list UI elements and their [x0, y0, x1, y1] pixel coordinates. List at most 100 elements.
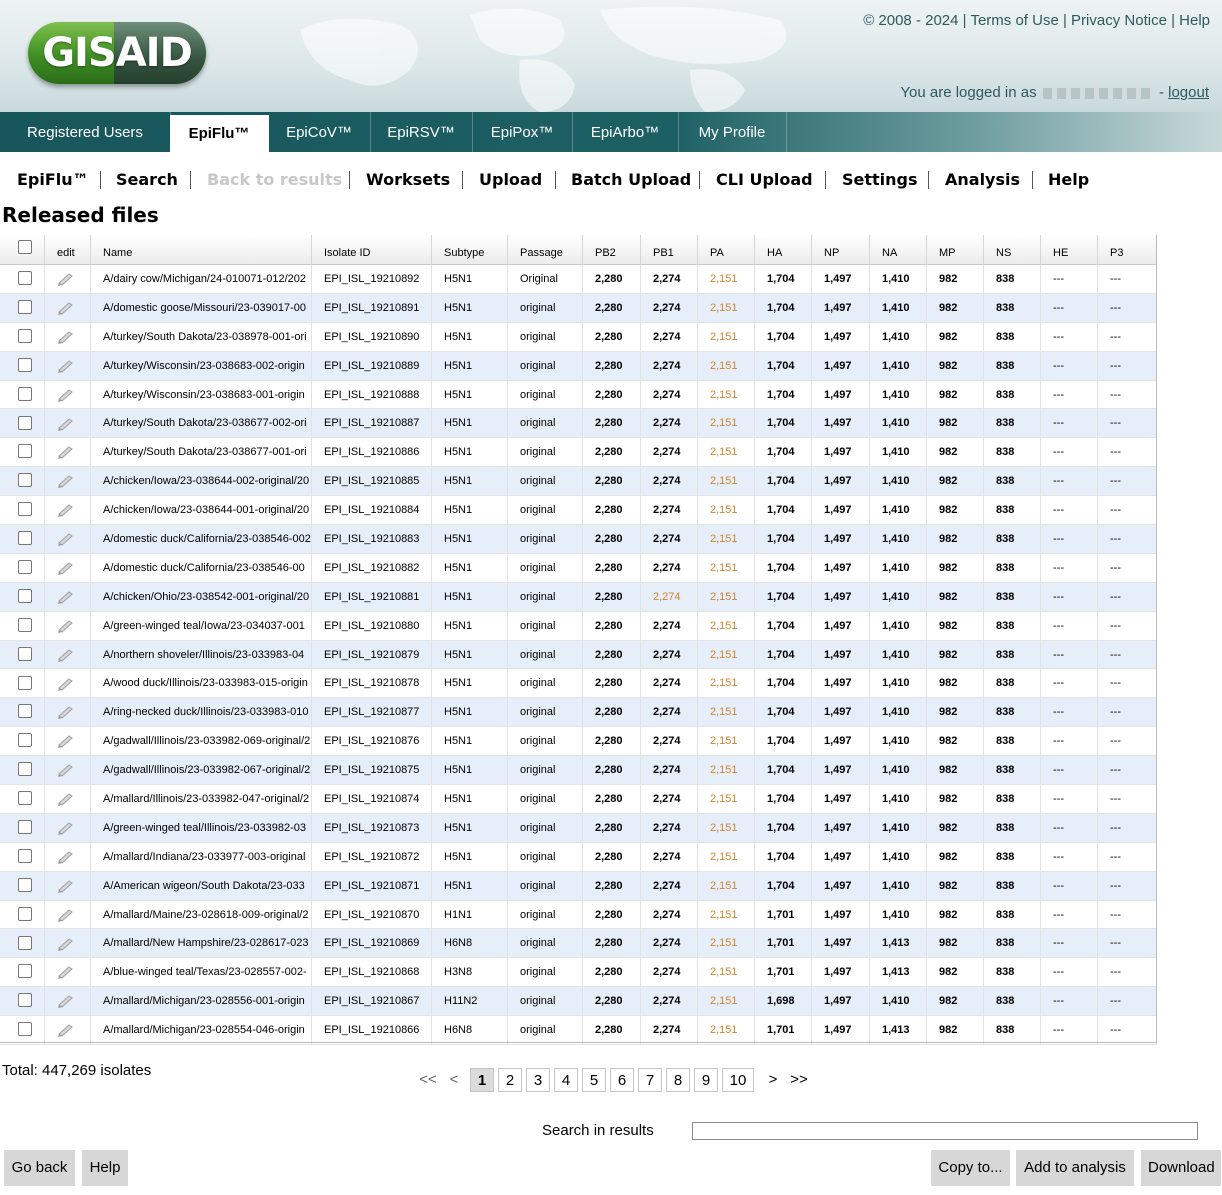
cell-name[interactable]: A/gadwall/Illinois/23-033982-067-origina…	[91, 756, 312, 785]
row-checkbox[interactable]	[18, 617, 32, 632]
row-checkbox[interactable]	[18, 502, 32, 517]
pager-page-10[interactable]: 10	[722, 1068, 754, 1092]
pager-page-6[interactable]: 6	[610, 1068, 634, 1092]
row-checkbox[interactable]	[18, 531, 32, 546]
table-row[interactable]: A/wood duck/Illinois/23-033983-015-origi…	[0, 669, 1157, 699]
table-row[interactable]: A/mallard/Indiana/23-033977-003-original…	[0, 842, 1157, 872]
pager-last[interactable]: >>	[788, 1068, 810, 1092]
menu-analysis[interactable]: Analysis	[945, 170, 1020, 189]
pager-page-1[interactable]: 1	[470, 1068, 494, 1092]
header-col-subtype[interactable]: Subtype	[432, 235, 508, 264]
cell-name[interactable]: A/gadwall/Illinois/23-033982-069-origina…	[91, 727, 312, 756]
row-checkbox[interactable]	[18, 704, 32, 719]
pencil-icon[interactable]	[57, 590, 75, 604]
cell-name[interactable]: A/mallard/Maine/23-028618-009-original/2	[91, 900, 312, 929]
pager-page-4[interactable]: 4	[554, 1068, 578, 1092]
row-checkbox[interactable]	[18, 386, 32, 401]
pencil-icon[interactable]	[57, 1023, 75, 1038]
pencil-icon[interactable]	[57, 417, 75, 431]
download-button[interactable]: Download	[1141, 1150, 1221, 1186]
pencil-icon[interactable]	[57, 359, 75, 373]
cell-name[interactable]: A/northern shoveler/Illinois/23-033983-0…	[91, 640, 312, 669]
table-row[interactable]: A/turkey/South Dakota/23-038677-002-ori E…	[0, 409, 1157, 439]
row-checkbox[interactable]	[18, 646, 32, 661]
pencil-icon[interactable]	[57, 619, 75, 633]
table-row[interactable]: A/domestic goose/Missouri/23-039017-00 EP…	[0, 293, 1157, 323]
pencil-icon[interactable]	[57, 792, 75, 807]
cell-name[interactable]: A/blue-winged teal/Texas/23-028557-002-	[91, 958, 312, 987]
table-row[interactable]: A/mallard/New Hampshire/23-028617-023 EPI…	[0, 929, 1157, 959]
menu-batch-upload[interactable]: Batch Upload	[571, 170, 691, 189]
privacy-link[interactable]: Privacy Notice	[1071, 12, 1167, 29]
table-row[interactable]: A/turkey/South Dakota/23-038677-001-ori E…	[0, 438, 1157, 468]
header-col-he[interactable]: HE	[1041, 235, 1098, 264]
row-checkbox[interactable]	[18, 675, 32, 690]
header-col-name[interactable]: Name	[91, 235, 312, 264]
table-row[interactable]: A/chicken/Iowa/23-038644-001-original/20…	[0, 496, 1157, 526]
pencil-icon[interactable]	[57, 474, 75, 489]
pencil-icon[interactable]	[57, 330, 75, 344]
pencil-icon[interactable]	[57, 879, 75, 893]
pager-page-9[interactable]: 9	[694, 1068, 718, 1092]
select-all-checkbox[interactable]	[18, 240, 32, 255]
cell-name[interactable]: A/domestic duck/California/23-038546-00	[91, 553, 312, 582]
cell-name[interactable]: A/chicken/Iowa/23-038644-002-original/20	[91, 467, 312, 496]
cell-name[interactable]: A/turkey/South Dakota/23-038677-002-ori	[91, 409, 312, 438]
pencil-icon[interactable]	[57, 561, 75, 575]
header-col-ha[interactable]: HA	[755, 235, 812, 264]
go-back-button[interactable]: Go back	[4, 1150, 75, 1186]
pager-page-8[interactable]: 8	[666, 1068, 690, 1092]
row-checkbox[interactable]	[18, 791, 32, 806]
cell-name[interactable]: A/turkey/South Dakota/23-038978-001-ori	[91, 322, 312, 351]
pager-page-5[interactable]: 5	[582, 1068, 606, 1092]
cell-name[interactable]: A/turkey/Wisconsin/23-038683-002-origin	[91, 351, 312, 380]
cell-name[interactable]: A/mallard/Michigan/23-028554-046-origin	[91, 1016, 312, 1045]
header-col-pb2[interactable]: PB2	[583, 235, 641, 264]
cell-name[interactable]: A/chicken/Ohio/23-038542-001-original/20	[91, 582, 312, 611]
row-checkbox[interactable]	[18, 935, 32, 950]
terms-link[interactable]: Terms of Use	[970, 12, 1058, 29]
table-row[interactable]: A/blue-winged teal/Texas/23-028557-002- E…	[0, 958, 1157, 988]
menu-settings[interactable]: Settings	[842, 170, 918, 189]
row-checkbox[interactable]	[18, 964, 32, 979]
menu-worksets[interactable]: Worksets	[366, 170, 450, 189]
pencil-icon[interactable]	[57, 503, 75, 518]
table-row[interactable]: A/turkey/South Dakota/23-038978-001-ori E…	[0, 322, 1157, 352]
header-col-ns[interactable]: NS	[984, 235, 1041, 264]
tab-epiarbo[interactable]: EpiArbo™	[572, 112, 679, 152]
help-button[interactable]: Help	[82, 1150, 128, 1186]
row-checkbox[interactable]	[18, 588, 32, 603]
cell-name[interactable]: A/mallard/Michigan/23-028556-001-origin	[91, 987, 312, 1016]
pencil-icon[interactable]	[57, 763, 75, 778]
table-row[interactable]: A/American wigeon/South Dakota/23-033 EPI…	[0, 871, 1157, 901]
menu-cli-upload[interactable]: CLI Upload	[716, 170, 813, 189]
menu-upload[interactable]: Upload	[479, 170, 542, 189]
cell-name[interactable]: A/mallard/Indiana/23-033977-003-original	[91, 842, 312, 871]
pencil-icon[interactable]	[57, 821, 75, 836]
table-row[interactable]: A/dairy cow/Michigan/24-010071-012/202 EP…	[0, 265, 1157, 294]
cell-name[interactable]: A/mallard/Illinois/23-033982-047-origina…	[91, 785, 312, 813]
pencil-icon[interactable]	[57, 532, 75, 547]
cell-name[interactable]: A/green-winged teal/Illinois/23-033982-0…	[91, 813, 312, 842]
header-col-mp[interactable]: MP	[927, 235, 984, 264]
tab-epipox[interactable]: EpiPox™	[472, 112, 573, 152]
header-col-edit[interactable]: edit	[45, 235, 91, 264]
cell-name[interactable]: A/chicken/Iowa/23-038644-001-original/20	[91, 496, 312, 525]
pager-page-7[interactable]: 7	[638, 1068, 662, 1092]
menu-help[interactable]: Help	[1048, 170, 1089, 189]
table-row[interactable]: A/mallard/Maine/23-028618-009-original/2…	[0, 900, 1157, 930]
pager-next[interactable]: >	[766, 1068, 780, 1092]
table-row[interactable]: A/turkey/Wisconsin/23-038683-002-origin E…	[0, 351, 1157, 381]
row-checkbox[interactable]	[18, 993, 32, 1008]
row-checkbox[interactable]	[18, 733, 32, 748]
table-row[interactable]: A/domestic duck/California/23-038546-002…	[0, 525, 1157, 554]
row-checkbox[interactable]	[18, 415, 32, 430]
pager-first[interactable]: <<	[416, 1068, 440, 1092]
gisaid-logo[interactable]: GISAID	[28, 22, 206, 84]
table-row[interactable]: A/chicken/Ohio/23-038542-001-original/20…	[0, 582, 1157, 612]
logout-link[interactable]: logout	[1168, 84, 1209, 101]
table-row[interactable]: A/domestic duck/California/23-038546-00 E…	[0, 553, 1157, 583]
row-checkbox[interactable]	[18, 473, 32, 488]
header-col-isolate-id[interactable]: Isolate ID	[312, 235, 432, 264]
table-row[interactable]: A/mallard/Illinois/23-033982-047-origina…	[0, 785, 1157, 814]
